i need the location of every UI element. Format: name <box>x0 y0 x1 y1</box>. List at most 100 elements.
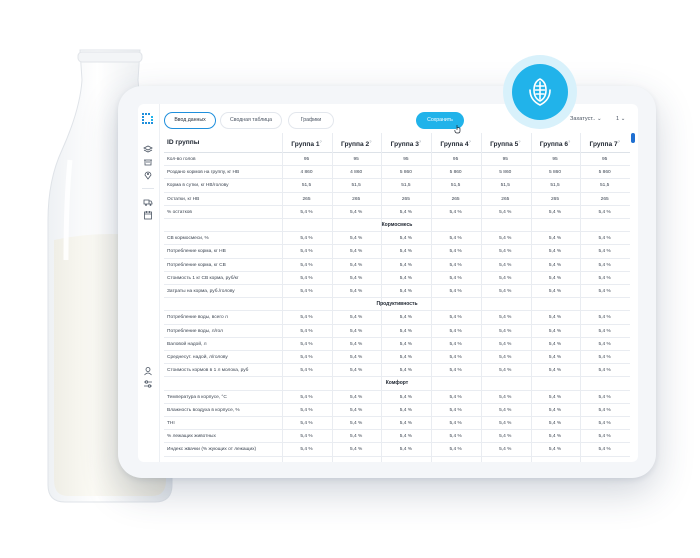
table-cell[interactable]: 5,4 % <box>531 417 580 430</box>
table-cell[interactable]: 5,4 % <box>431 430 480 443</box>
table-cell[interactable]: 5,4 % <box>481 285 530 298</box>
table-cell[interactable]: 5,4 % <box>282 245 331 258</box>
table-cell[interactable]: 5,4 % <box>381 232 430 245</box>
help-icon[interactable]: ? <box>469 139 471 144</box>
table-cell[interactable]: 5,4 % <box>381 364 430 377</box>
table-cell[interactable]: 5,4 % <box>332 206 381 219</box>
table-cell[interactable]: 5,4 % <box>282 404 331 417</box>
table-cell[interactable]: 95 <box>580 153 629 166</box>
table-cell[interactable]: 5 860 <box>481 166 530 179</box>
table-cell[interactable]: 5,4 % <box>431 311 480 324</box>
table-cell[interactable]: 95 <box>431 153 480 166</box>
help-icon[interactable]: ? <box>320 139 322 144</box>
table-cell[interactable]: 5,4 % <box>381 272 430 285</box>
table-cell[interactable]: 5,4 % <box>332 364 381 377</box>
table-cell[interactable]: 51,5 <box>580 179 629 192</box>
table-cell[interactable]: 5,4 % <box>481 391 530 404</box>
table-cell[interactable]: 265 <box>431 193 480 206</box>
table-cell[interactable]: 5,4 % <box>481 245 530 258</box>
truck-icon[interactable] <box>143 197 153 207</box>
table-cell[interactable]: 5,4 % <box>282 259 331 272</box>
table-cell[interactable]: 5,4 % <box>282 443 331 456</box>
table-cell[interactable]: 5,4 % <box>531 351 580 364</box>
table-cell[interactable]: 5,4 % <box>381 245 430 258</box>
table-cell[interactable]: 5,4 % <box>381 311 430 324</box>
table-cell[interactable]: 95 <box>381 153 430 166</box>
table-cell[interactable]: 5,4 % <box>431 245 480 258</box>
table-cell[interactable]: 5,4 % <box>580 232 629 245</box>
table-cell[interactable]: 5,4 % <box>431 325 480 338</box>
table-cell[interactable]: 265 <box>481 193 530 206</box>
tab-charts[interactable]: Графики <box>288 112 334 129</box>
table-cell[interactable]: 5,4 % <box>381 430 430 443</box>
table-cell[interactable]: 5,4 % <box>580 391 629 404</box>
table-cell[interactable]: 5,4 % <box>332 259 381 272</box>
table-cell[interactable]: 95 <box>282 153 331 166</box>
feed-icon[interactable] <box>143 157 153 167</box>
table-cell[interactable]: 5,4 % <box>580 364 629 377</box>
column-header-group[interactable]: Группа 1? <box>282 139 331 148</box>
table-cell[interactable]: 5,4 % <box>531 404 580 417</box>
table-cell[interactable]: 5,4 % <box>531 325 580 338</box>
table-cell[interactable]: 5,4 % <box>381 351 430 364</box>
table-cell[interactable]: 265 <box>531 193 580 206</box>
table-cell[interactable]: 5,4 % <box>580 351 629 364</box>
table-cell[interactable]: 5,4 % <box>282 430 331 443</box>
table-cell[interactable]: 5,4 % <box>481 364 530 377</box>
table-cell[interactable]: 5,4 % <box>580 259 629 272</box>
table-cell[interactable]: 265 <box>580 193 629 206</box>
table-cell[interactable]: 95 <box>481 153 530 166</box>
table-cell[interactable]: 5,4 % <box>332 325 381 338</box>
table-cell[interactable]: 5,4 % <box>580 285 629 298</box>
table-cell[interactable]: 265 <box>381 193 430 206</box>
table-cell[interactable]: 5,4 % <box>332 232 381 245</box>
table-cell[interactable]: 5,4 % <box>580 325 629 338</box>
table-cell[interactable]: 5,4 % <box>580 206 629 219</box>
table-cell[interactable]: 5,4 % <box>531 232 580 245</box>
table-cell[interactable]: 5,4 % <box>282 338 331 351</box>
table-cell[interactable]: 5,4 % <box>531 443 580 456</box>
table-cell[interactable]: 5,4 % <box>332 285 381 298</box>
table-cell[interactable]: 5,4 % <box>531 338 580 351</box>
table-cell[interactable]: 5,4 % <box>580 443 629 456</box>
table-cell[interactable]: 5,4 % <box>431 351 480 364</box>
table-cell[interactable]: 5,4 % <box>580 417 629 430</box>
table-cell[interactable]: 5,4 % <box>381 325 430 338</box>
help-icon[interactable]: ? <box>568 139 570 144</box>
table-cell[interactable]: 5,4 % <box>282 272 331 285</box>
table-cell[interactable]: 5,4 % <box>282 325 331 338</box>
table-cell[interactable]: 5,4 % <box>531 391 580 404</box>
table-cell[interactable]: 5,4 % <box>431 272 480 285</box>
table-cell[interactable]: 51,5 <box>531 179 580 192</box>
table-cell[interactable]: 5,4 % <box>481 232 530 245</box>
table-cell[interactable]: 4 860 <box>282 166 331 179</box>
column-header-group[interactable]: Группа 6? <box>531 139 580 148</box>
table-cell[interactable]: 5,4 % <box>481 404 530 417</box>
table-cell[interactable]: 5,4 % <box>531 285 580 298</box>
table-cell[interactable]: 51,5 <box>332 179 381 192</box>
table-cell[interactable]: 5,4 % <box>580 311 629 324</box>
table-cell[interactable]: 5,4 % <box>481 259 530 272</box>
table-cell[interactable]: 5,4 % <box>580 272 629 285</box>
table-cell[interactable]: 5,4 % <box>282 285 331 298</box>
table-cell[interactable]: 5,4 % <box>531 272 580 285</box>
table-cell[interactable]: 5,4 % <box>481 272 530 285</box>
table-cell[interactable]: 5,4 % <box>332 404 381 417</box>
column-header-group[interactable]: Группа 2? <box>332 139 381 148</box>
table-cell[interactable]: 5,4 % <box>282 364 331 377</box>
table-cell[interactable]: 4 860 <box>332 166 381 179</box>
table-cell[interactable]: 5 860 <box>531 166 580 179</box>
table-cell[interactable]: 5,4 % <box>580 245 629 258</box>
tab-summary-table[interactable]: Сводная таблица <box>220 112 282 129</box>
table-cell[interactable]: 5,4 % <box>481 206 530 219</box>
table-cell[interactable]: 5,4 % <box>282 232 331 245</box>
table-cell[interactable]: 5,4 % <box>481 311 530 324</box>
help-icon[interactable]: ? <box>369 139 371 144</box>
calendar-icon[interactable] <box>143 210 153 220</box>
column-header-group[interactable]: Группа 7? <box>580 139 629 148</box>
table-cell[interactable]: 5,4 % <box>431 206 480 219</box>
table-cell[interactable]: 5,4 % <box>282 311 331 324</box>
table-cell[interactable]: 5,4 % <box>431 259 480 272</box>
table-cell[interactable]: 5,4 % <box>431 338 480 351</box>
table-cell[interactable]: 5,4 % <box>580 404 629 417</box>
